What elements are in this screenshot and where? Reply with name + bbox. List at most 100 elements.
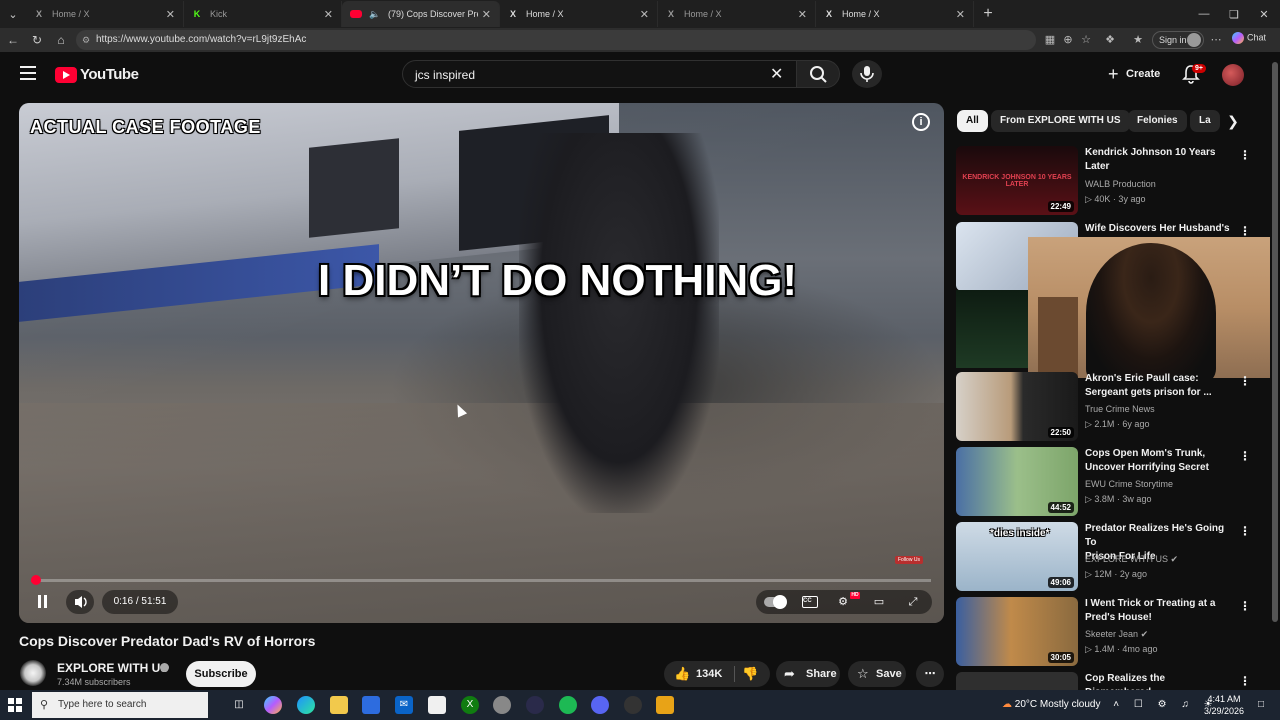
youtube-logo[interactable]: YouTube <box>55 66 139 83</box>
channel-name[interactable]: EXPLORE WITH US <box>57 661 168 675</box>
speaker-icon[interactable]: 🔈 <box>369 9 380 19</box>
volume-button[interactable] <box>66 590 94 614</box>
new-tab-button[interactable]: + <box>974 5 1002 23</box>
notifications-icon[interactable]: □ <box>1252 696 1270 714</box>
chevron-right-icon[interactable]: ❯ <box>1222 110 1244 132</box>
tab-close-icon[interactable]: ✕ <box>956 8 965 21</box>
voice-search-button[interactable] <box>852 60 882 88</box>
refresh-icon[interactable]: ↻ <box>28 32 46 48</box>
video-thumbnail[interactable]: KENDRICK JOHNSON 10 YEARS LATER 22:49 <box>956 146 1078 215</box>
video-thumbnail[interactable]: 44:52 <box>956 447 1078 516</box>
video-options-icon[interactable]: ⋮ <box>1238 224 1252 238</box>
info-icon[interactable]: i <box>912 113 930 131</box>
video-options-icon[interactable]: ⋮ <box>1238 148 1252 162</box>
restore-icon[interactable]: ❏ <box>1218 0 1250 28</box>
chip-from-channel[interactable]: From EXPLORE WITH US <box>991 110 1130 132</box>
video-options-icon[interactable]: ⋮ <box>1238 674 1252 688</box>
video-title[interactable]: Wife Discovers Her Husband's <box>1085 222 1233 236</box>
browser-tab-active[interactable]: 🔈 (79) Cops Discover Predator D ✕ <box>342 1 500 27</box>
extensions-icon[interactable]: ❖ <box>1102 32 1118 48</box>
fullscreen-icon[interactable]: ⤢ <box>904 594 922 610</box>
channel-name[interactable]: EXPLORE WITH US ✔ <box>1085 554 1178 565</box>
weather-text[interactable]: 20°C Mostly cloudy <box>1015 699 1101 710</box>
video-thumbnail[interactable] <box>956 290 1028 368</box>
thumbs-down-icon[interactable]: 👎 <box>742 661 758 687</box>
taskbar-search-box[interactable]: ⚲ Type here to search <box>32 692 208 718</box>
microsoft-store-icon[interactable] <box>362 696 380 714</box>
browser-tab[interactable]: K Kick ✕ <box>184 1 342 27</box>
app-icon[interactable] <box>656 696 674 714</box>
file-explorer-icon[interactable] <box>330 696 348 714</box>
tab-close-icon[interactable]: ✕ <box>798 8 807 21</box>
tab-close-icon[interactable]: ✕ <box>482 8 491 21</box>
windows-start-icon[interactable] <box>8 698 22 712</box>
guide-menu-icon[interactable] <box>20 66 36 80</box>
scrollbar-thumb[interactable] <box>1272 62 1278 622</box>
video-title[interactable]: Cops Open Mom's Trunk, Uncover Horrifying… <box>1085 447 1233 475</box>
channel-name[interactable]: EWU Crime Storytime <box>1085 479 1173 489</box>
like-count[interactable]: 134K <box>696 661 722 687</box>
search-input[interactable]: jcs inspired <box>402 60 798 88</box>
edge-browser-icon[interactable] <box>297 696 315 714</box>
channel-avatar[interactable] <box>20 660 46 686</box>
tab-actions-menu-icon[interactable]: ⌄ <box>0 0 26 28</box>
video-thumbnail[interactable]: *dies inside* 49:06 <box>956 522 1078 591</box>
progress-bar[interactable] <box>30 575 931 585</box>
video-player[interactable] <box>19 103 944 623</box>
video-options-icon[interactable]: ⋮ <box>1238 449 1252 463</box>
minimize-icon[interactable]: — <box>1188 0 1220 28</box>
browser-tab[interactable]: X Home / X ✕ <box>658 1 816 27</box>
url-field[interactable]: ⚙ https://www.youtube.com/watch?v=rL9jt9… <box>76 30 1036 50</box>
video-options-icon[interactable]: ⋮ <box>1238 374 1252 388</box>
channel-name[interactable]: True Crime News <box>1085 404 1155 414</box>
spotify-icon[interactable] <box>559 696 577 714</box>
video-title[interactable]: Kendrick Johnson 10 Years Later <box>1085 146 1233 174</box>
browser-tab[interactable]: X Home / X ✕ <box>26 1 184 27</box>
pause-button[interactable] <box>30 590 54 614</box>
close-window-icon[interactable]: ✕ <box>1248 0 1280 28</box>
site-info-icon[interactable]: ⚙ <box>82 30 90 50</box>
video-thumbnail[interactable]: 30:05 <box>956 597 1078 666</box>
more-actions-icon[interactable]: ⋯ <box>916 661 944 687</box>
taskbar-clock[interactable]: 4:41 AM 3/29/2026 <box>1200 693 1248 717</box>
share-button[interactable]: ➦ Share <box>776 661 840 687</box>
video-thumbnail[interactable] <box>956 672 1078 690</box>
tab-close-icon[interactable]: ✕ <box>640 8 649 21</box>
chip-partial[interactable]: La <box>1190 110 1220 132</box>
autoplay-toggle[interactable] <box>764 595 787 609</box>
search-button[interactable] <box>796 60 840 88</box>
tab-close-icon[interactable]: ✕ <box>324 8 333 21</box>
channel-name[interactable]: Skeeter Jean ✔ <box>1085 629 1148 640</box>
discord-icon[interactable] <box>591 696 609 714</box>
task-view-icon[interactable]: ◫ <box>230 696 248 714</box>
copilot-chat-button[interactable]: Chat <box>1232 32 1266 44</box>
subscribe-button[interactable]: Subscribe <box>186 661 256 687</box>
xbox-icon[interactable]: X <box>461 696 479 714</box>
create-button[interactable]: + Create <box>1100 60 1168 88</box>
thumbs-up-icon[interactable]: 👍 <box>674 661 690 687</box>
app-icon[interactable] <box>493 696 511 714</box>
video-title[interactable]: Akron's Eric Paull case: Sergeant gets pr… <box>1085 372 1233 400</box>
app-icon[interactable] <box>526 696 544 714</box>
save-button[interactable]: ☆ Save <box>848 661 906 687</box>
weather-icon[interactable]: ☁ <box>1002 699 1012 710</box>
favorite-star-icon[interactable]: ☆ <box>1078 32 1094 48</box>
browser-tab[interactable]: X Home / X ✕ <box>500 1 658 27</box>
home-icon[interactable]: ⌂ <box>52 32 70 48</box>
more-options-icon[interactable]: ⋯ <box>1208 32 1224 48</box>
chip-felonies[interactable]: Felonies <box>1128 110 1187 132</box>
copilot-icon[interactable] <box>264 696 282 714</box>
obs-icon[interactable] <box>624 696 642 714</box>
channel-name[interactable]: WALB Production <box>1085 179 1156 189</box>
back-icon[interactable]: ← <box>4 32 22 48</box>
video-options-icon[interactable]: ⋮ <box>1238 599 1252 613</box>
clear-search-icon[interactable]: ✕ <box>770 64 783 84</box>
video-title[interactable]: I Went Trick or Treating at a Pred's Hous… <box>1085 597 1233 625</box>
tab-close-icon[interactable]: ✕ <box>166 8 175 21</box>
subtitles-cc-icon[interactable]: CC <box>802 596 818 608</box>
zoom-icon[interactable]: ⊕ <box>1060 32 1076 48</box>
progress-scrubber-handle[interactable] <box>30 575 41 585</box>
mail-icon[interactable]: ✉ <box>395 696 413 714</box>
theater-mode-icon[interactable]: ▭ <box>870 594 888 610</box>
account-avatar[interactable] <box>1222 64 1244 86</box>
